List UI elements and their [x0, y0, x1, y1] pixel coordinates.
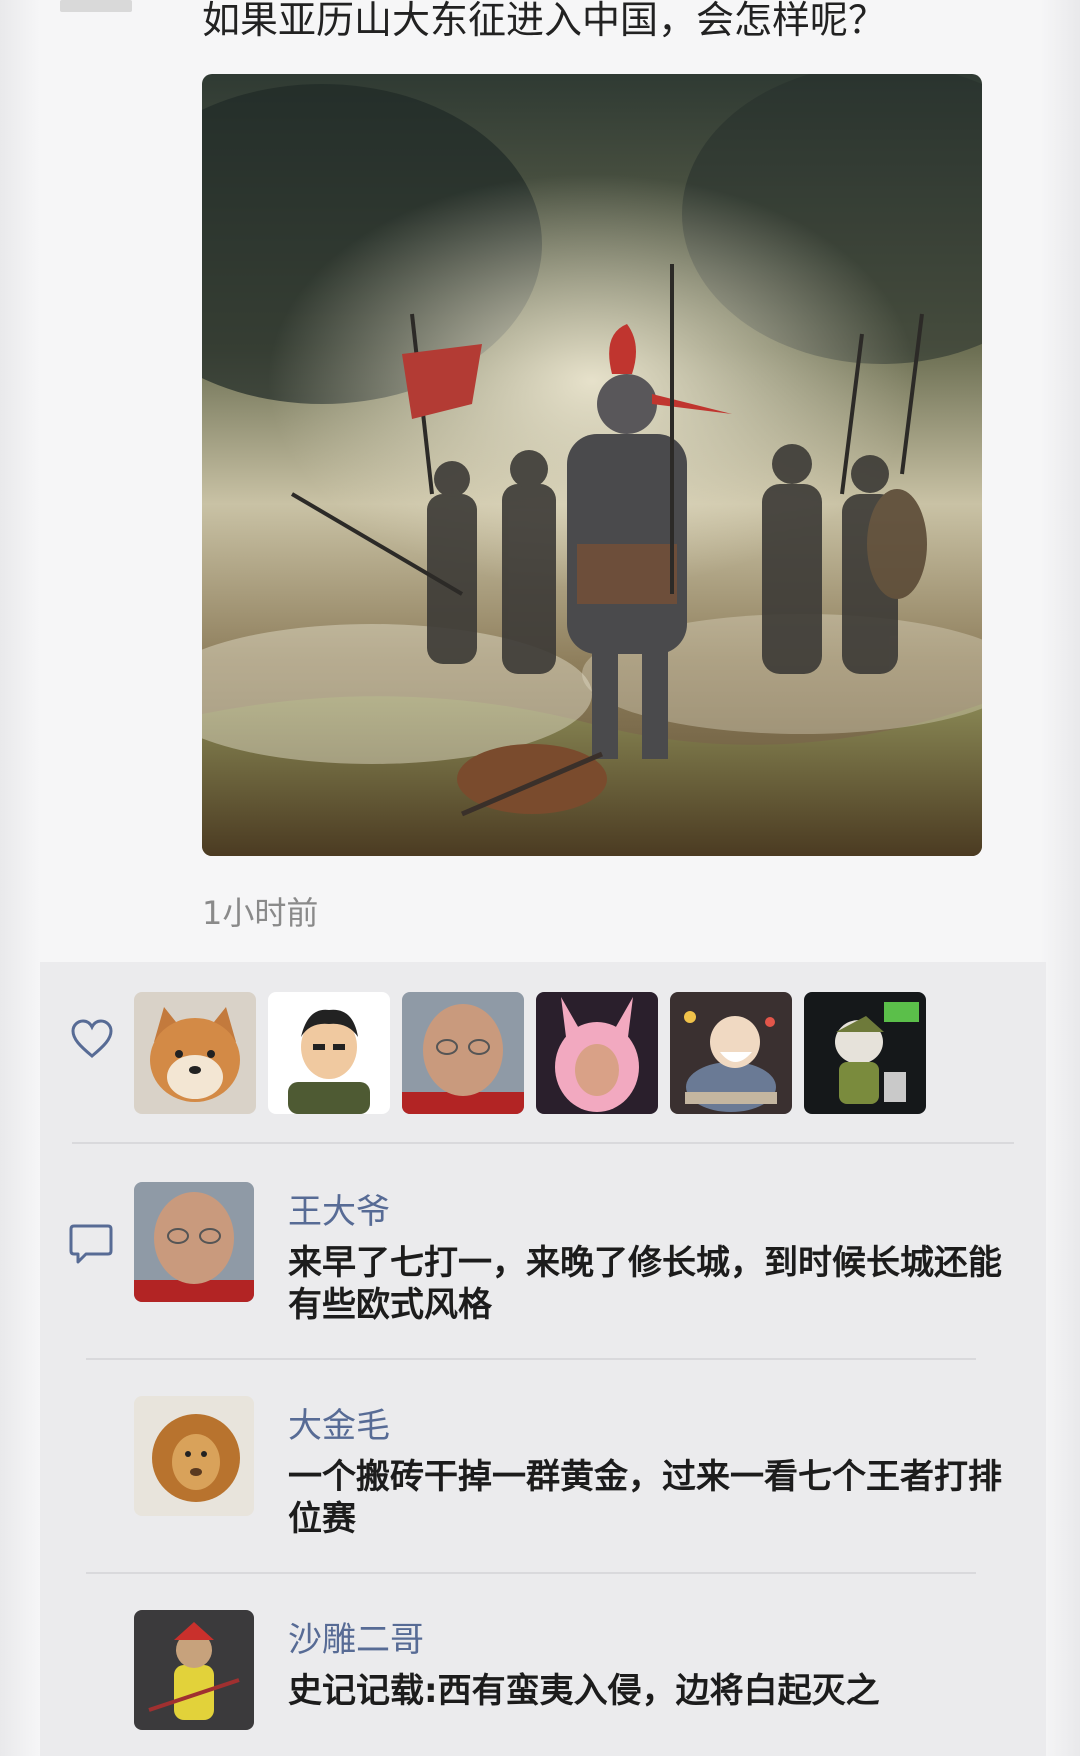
post-timestamp: 1小时前 [202, 894, 319, 932]
comment-text: 一个搬砖干掉一群黄金，过来一看七个王者打排位赛 [288, 1457, 1002, 1539]
comment-avatar[interactable] [134, 1610, 254, 1730]
comment-text: 史记记载:西有蛮夷入侵，边将白起灭之 [288, 1671, 880, 1711]
cat-figure-avatar [804, 992, 926, 1114]
like-avatar[interactable] [804, 992, 926, 1114]
old-man-avatar [402, 992, 524, 1114]
heart-icon[interactable] [70, 1018, 114, 1062]
old-man-avatar [134, 1182, 254, 1302]
comment-author[interactable]: 王大爷 [288, 1184, 390, 1233]
comment-text: 来早了七打一，来晚了修长城，到时候长城还能有些欧式风格 [288, 1243, 1002, 1325]
like-avatar[interactable] [134, 992, 256, 1114]
like-avatar[interactable] [536, 992, 658, 1114]
comment-divider [86, 1572, 976, 1574]
comment-author[interactable]: 大金毛 [288, 1398, 390, 1447]
comment-avatar[interactable] [134, 1396, 254, 1516]
cartoon-man-avatar [268, 992, 390, 1114]
cartoon-chef-avatar [670, 992, 792, 1114]
pink-bunny-costume-avatar [536, 992, 658, 1114]
battle-painting-image [202, 74, 982, 856]
comment-divider [86, 1358, 976, 1360]
lion-avatar [134, 1396, 254, 1516]
like-avatar[interactable] [402, 992, 524, 1114]
comment-bubble-icon[interactable] [68, 1222, 114, 1266]
clipped-header-fragment [60, 0, 132, 12]
like-avatar[interactable] [670, 992, 792, 1114]
post-text: 如果亚历山大东征进入中国，会怎样呢？ [202, 0, 887, 42]
shiba-dog-avatar [134, 992, 256, 1114]
like-avatar[interactable] [268, 992, 390, 1114]
comment-avatar[interactable] [134, 1182, 254, 1302]
warrior-figure-avatar [134, 1610, 254, 1730]
likes-comments-divider [72, 1142, 1014, 1144]
post-image[interactable] [202, 74, 982, 856]
comment-author[interactable]: 沙雕二哥 [288, 1612, 424, 1661]
